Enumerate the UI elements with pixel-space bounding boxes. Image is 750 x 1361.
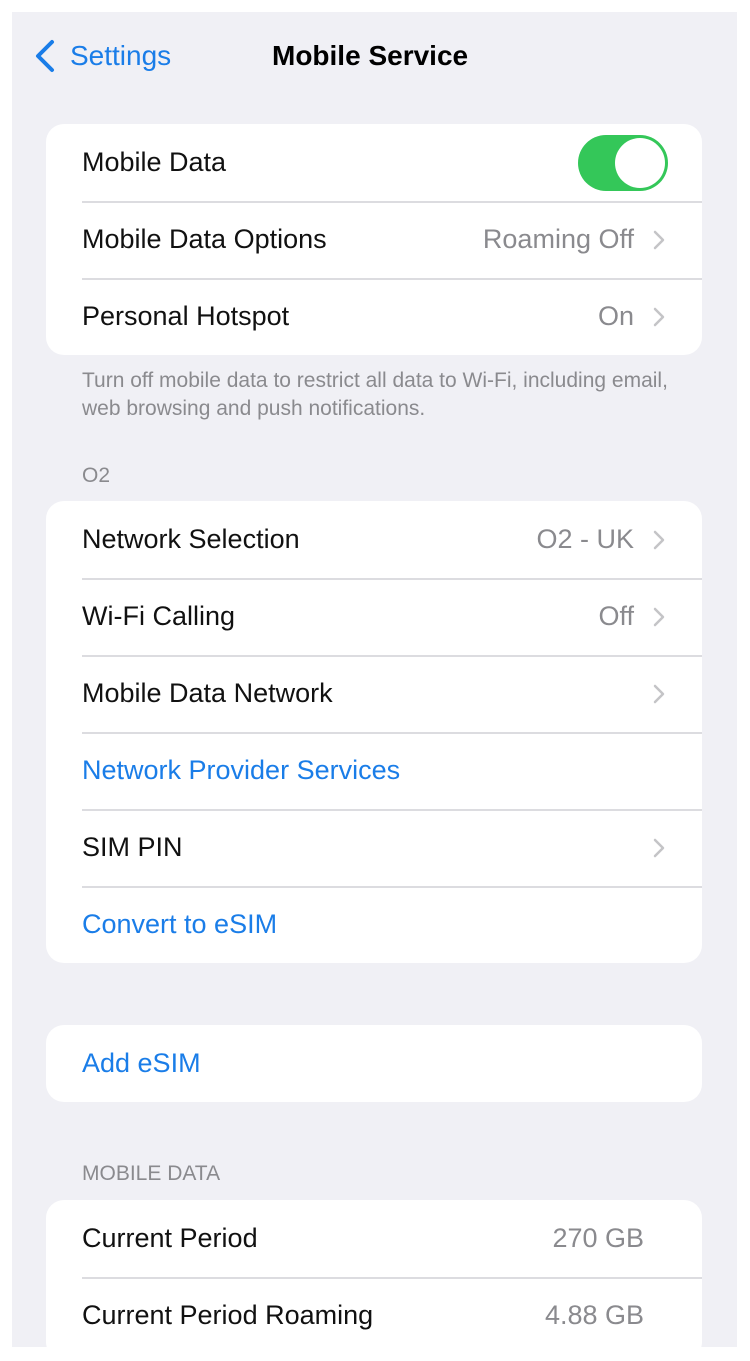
network-selection-row[interactable]: Network Selection O2 - UK <box>46 501 702 578</box>
row-value: O2 - UK <box>536 524 634 554</box>
mobile-data-footer-text: Turn off mobile data to restrict all dat… <box>82 369 668 420</box>
row-label: Convert to eSIM <box>82 909 278 939</box>
chevron-right-icon <box>653 684 665 703</box>
section-header-mobile-data: MOBILE DATA <box>82 1162 221 1185</box>
row-label: Mobile Data <box>82 147 227 177</box>
carrier-group: Network Selection O2 - UK Wi-Fi Calling … <box>46 501 702 963</box>
mobile-service-screen: Settings Mobile Service Mobile Data Mobi… <box>12 12 737 1347</box>
row-label: Wi-Fi Calling <box>82 601 236 631</box>
mobile-data-usage-group: Current Period 270 GB Current Period Roa… <box>46 1200 702 1347</box>
personal-hotspot-row[interactable]: Personal Hotspot On <box>46 278 702 355</box>
chevron-right-icon <box>653 838 665 857</box>
current-period-row: Current Period 270 GB <box>46 1200 702 1277</box>
chevron-right-icon <box>653 607 665 626</box>
back-button[interactable]: Settings <box>34 36 171 76</box>
mobile-data-network-row[interactable]: Mobile Data Network <box>46 655 702 732</box>
chevron-right-icon <box>653 307 665 326</box>
sim-pin-row[interactable]: SIM PIN <box>46 809 702 886</box>
mobile-data-group: Mobile Data Mobile Data Options Roaming … <box>46 124 702 355</box>
toggle-knob <box>615 137 665 188</box>
wifi-calling-row[interactable]: Wi-Fi Calling Off <box>46 578 702 655</box>
section-header-o2: O2 <box>82 464 111 487</box>
row-label: Mobile Data Options <box>82 224 327 254</box>
convert-to-esim-link[interactable]: Convert to eSIM <box>46 886 702 963</box>
back-label: Settings <box>70 40 172 71</box>
row-label: Network Selection <box>82 524 300 554</box>
row-value: Roaming Off <box>482 224 634 254</box>
chevron-left-icon <box>36 40 54 72</box>
row-value: On <box>597 301 634 331</box>
mobile-data-toggle[interactable] <box>578 134 668 191</box>
row-label: Current Period Roaming <box>82 1300 374 1330</box>
add-esim-link[interactable]: Add eSIM <box>46 1025 702 1102</box>
row-label: Mobile Data Network <box>82 678 333 708</box>
chevron-right-icon <box>653 230 665 249</box>
add-esim-group: Add eSIM <box>46 1025 702 1102</box>
row-value: 270 GB <box>552 1223 644 1253</box>
row-label: Personal Hotspot <box>82 301 290 331</box>
current-period-roaming-row: Current Period Roaming 4.88 GB <box>46 1277 702 1347</box>
row-label: Network Provider Services <box>82 755 401 785</box>
navigation-bar: Settings Mobile Service <box>12 12 737 100</box>
chevron-right-icon <box>653 530 665 549</box>
network-provider-services-link[interactable]: Network Provider Services <box>46 732 702 809</box>
row-value: Off <box>598 601 634 631</box>
row-value: 4.88 GB <box>544 1300 644 1330</box>
mobile-data-options-row[interactable]: Mobile Data Options Roaming Off <box>46 201 702 278</box>
row-label: Current Period <box>82 1223 258 1253</box>
row-label: Add eSIM <box>82 1048 201 1078</box>
mobile-data-row: Mobile Data <box>46 124 702 201</box>
page-title: Mobile Service <box>272 40 469 71</box>
row-label: SIM PIN <box>82 832 183 862</box>
